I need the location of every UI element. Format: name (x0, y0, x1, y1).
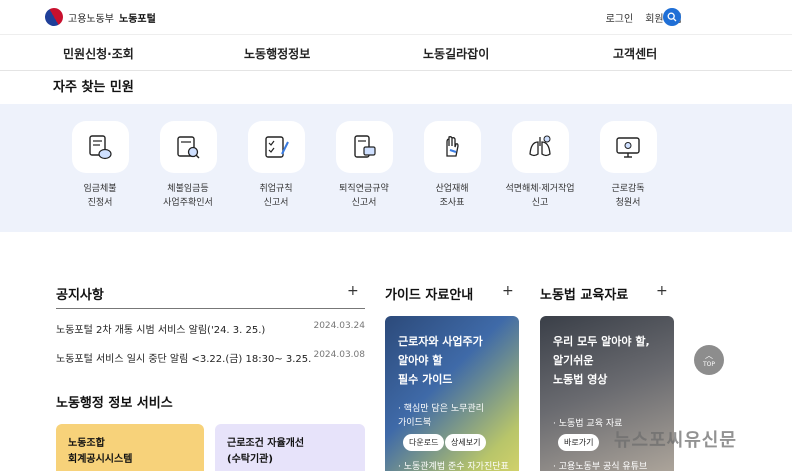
freq-item-labor-inspection[interactable]: 근로감독청원서 (583, 121, 673, 210)
freq-item-industrial-accident[interactable]: 산업재해조사표 (407, 121, 497, 210)
ministry-logo[interactable]: 고용노동부 노동포털 (41, 4, 156, 30)
card-line: (수탁기관) (227, 454, 273, 465)
edu-title: 노동법 교육자료 (540, 288, 629, 303)
freq-item-asbestos[interactable]: 석면해체·제거작업신고 (495, 121, 585, 210)
notice-divider (56, 308, 365, 309)
certificate-search-icon (177, 136, 200, 159)
guide-sub: 가이드북 (398, 418, 432, 428)
freq-label-1: 산업재해 (435, 184, 469, 194)
monitor-icon (616, 137, 640, 158)
guide-line: 알아야 할 (398, 354, 443, 367)
top-bar: 고용노동부 노동포털 로그인 회원가입 (0, 0, 792, 34)
nav-civil-request[interactable]: 민원신청·조회 (63, 45, 134, 62)
emblem-icon (41, 4, 67, 30)
card-line: 노동조합 (68, 438, 105, 449)
services-title: 노동행정 정보 서비스 (56, 396, 173, 411)
nav-labor-admin[interactable]: 노동행정정보 (244, 45, 310, 62)
freq-label-1: 임금체불 (83, 184, 117, 194)
freq-label-1: 취업규칙 (259, 184, 293, 194)
notice-date: 2024.03.24 (313, 321, 365, 331)
hand-injury-icon (446, 136, 459, 157)
notice-date: 2024.03.08 (313, 350, 365, 360)
watermark: 뉴스포씨유신문 (614, 430, 737, 451)
edu-sub: · 고용노동부 공식 유튜브 (553, 462, 648, 471)
edu-line: 노동법 영상 (553, 373, 608, 386)
freq-item-work-rules[interactable]: 취업규칙신고서 (231, 121, 321, 210)
freq-label-2: 청원서 (615, 198, 641, 208)
freq-label-2: 사업주확인서 (163, 198, 213, 208)
freq-label-2: 신고 (531, 198, 549, 208)
login-link[interactable]: 로그인 (606, 10, 634, 25)
freq-item-wage-complaint[interactable]: 임금체불진정서 (55, 121, 145, 210)
union-accounting-card[interactable]: 노동조합 회계공시시스템 (56, 424, 204, 471)
card-line: 회계공시시스템 (68, 454, 133, 465)
guide-card[interactable]: 근로자와 사업주가 알아야 할 필수 가이드 · 핵심만 담은 노무관리 가이드… (385, 316, 519, 471)
edu-sub: · 노동법 교육 자료 (553, 419, 623, 429)
guide-line: 필수 가이드 (398, 373, 453, 386)
guide-title: 가이드 자료안내 (385, 288, 474, 303)
go-button[interactable]: 바로가기 (558, 434, 600, 451)
freq-label-2: 진정서 (87, 198, 113, 208)
edu-line: 우리 모두 알아야 할, (553, 335, 650, 348)
chevron-up-icon: ︿ (705, 351, 713, 360)
lungs-icon (529, 135, 551, 157)
checklist-icon (265, 136, 289, 158)
freq-label-1: 근로감독 (611, 184, 645, 194)
freq-label-1: 체불임금등 (167, 184, 209, 194)
top-label: TOP (702, 361, 715, 368)
portal-name: 노동포털 (119, 13, 156, 25)
guide-line: 근로자와 사업주가 (398, 335, 483, 348)
guide-sub: · 노동관계법 준수 자가진단표 (398, 462, 509, 471)
ministry-name: 고용노동부 (68, 13, 114, 25)
freq-label-2: 조사표 (439, 198, 465, 208)
freq-label-2: 신고서 (263, 198, 289, 208)
freq-label-2: 신고서 (351, 198, 377, 208)
notice-title: 공지사항 (56, 288, 104, 303)
freq-item-unpaid-wage-cert[interactable]: 체불임금등사업주확인서 (143, 121, 233, 210)
notice-more-button[interactable]: + (347, 283, 359, 299)
main-nav: 민원신청·조회 노동행정정보 노동길라잡이 고객센터 (0, 34, 792, 71)
detail-button[interactable]: 상세보기 (445, 434, 487, 451)
freq-item-pension-rules[interactable]: 퇴직연금규약신고서 (319, 121, 409, 210)
search-button[interactable] (663, 8, 681, 26)
wage-document-icon (89, 135, 112, 160)
search-icon (667, 12, 677, 22)
freq-label-1: 석면해체·제거작업 (505, 184, 575, 194)
frequent-title: 자주 찾는 민원 (53, 80, 134, 95)
guide-more-button[interactable]: + (502, 283, 514, 299)
scroll-top-button[interactable]: ︿ TOP (694, 345, 724, 375)
freq-label-1: 퇴직연금규약 (339, 184, 389, 194)
notice-text: 노동포털 2차 개통 시범 서비스 알림('24. 3. 25.) (56, 325, 266, 336)
notice-text: 노동포털 서비스 일시 중단 알림 <3.22.(금) 18:30~ 3.25.… (56, 354, 311, 365)
nav-labor-guide[interactable]: 노동길라잡이 (423, 45, 489, 62)
edu-line: 알기쉬운 (553, 354, 594, 367)
frequent-section: 임금체불진정서 체불임금등사업주확인서 취업규칙신고서 퇴직연금규약신고서 산업… (0, 104, 792, 232)
nav-customer-center[interactable]: 고객센터 (613, 45, 657, 62)
edu-more-button[interactable]: + (656, 283, 668, 299)
notice-row[interactable]: 노동포털 서비스 일시 중단 알림 <3.22.(금) 18:30~ 3.25.… (56, 350, 365, 365)
card-line: 근로조건 자율개선 (227, 438, 305, 449)
download-button[interactable]: 다운로드 (403, 434, 445, 451)
pension-document-icon (354, 135, 376, 158)
notice-row[interactable]: 노동포털 2차 개통 시범 서비스 알림('24. 3. 25.) 2024.0… (56, 321, 365, 336)
guide-sub: · 핵심만 담은 노무관리 (398, 404, 484, 414)
work-condition-card[interactable]: 근로조건 자율개선 (수탁기관) (215, 424, 365, 471)
